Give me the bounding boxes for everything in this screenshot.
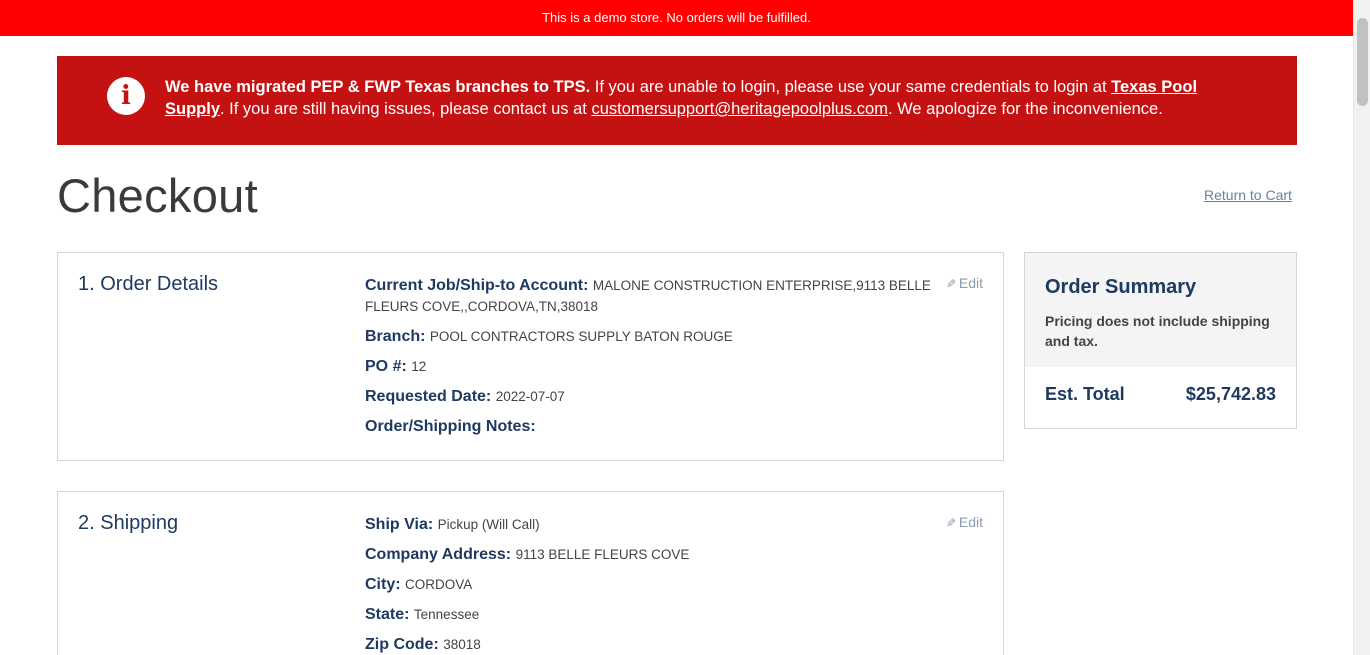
pencil-icon: ✎ (945, 277, 956, 291)
detail-label: PO #: (365, 358, 407, 375)
order-details-list: Current Job/Ship-to Account: MALONE CONS… (365, 275, 940, 446)
detail-row-requested-date: Requested Date: 2022-07-07 (365, 386, 940, 407)
return-to-cart-link[interactable]: Return to Cart (1204, 187, 1292, 203)
order-details-card: 1. Order Details ✎ Edit Current Job/Ship-… (57, 252, 1004, 461)
alert-text-3: . We apologize for the inconvenience. (887, 100, 1163, 118)
shipping-details-list: Ship Via: Pickup (Will Call) Company Add… (365, 514, 940, 655)
alert-bold-text: We have migrated PEP & FWP Texas branche… (165, 78, 591, 96)
detail-value: 9113 BELLE FLEURS COVE (515, 547, 690, 562)
page-title: Checkout (57, 169, 258, 222)
detail-label: City: (365, 576, 401, 593)
scrollbar-thumb[interactable] (1357, 18, 1368, 106)
detail-row-branch: Branch: POOL CONTRACTORS SUPPLY BATON RO… (365, 326, 940, 347)
page-scrollbar[interactable] (1353, 0, 1370, 655)
detail-label: Company Address: (365, 546, 512, 563)
detail-row-ship-to: Current Job/Ship-to Account: MALONE CONS… (365, 275, 940, 317)
edit-label: Edit (958, 275, 983, 291)
order-details-edit-button[interactable]: ✎ Edit (946, 275, 983, 291)
edit-label: Edit (958, 514, 983, 530)
pricing-note: Pricing does not include shipping and ta… (1045, 313, 1270, 349)
shipping-row-city: City: CORDOVA (365, 574, 940, 595)
info-icon: i (107, 77, 145, 115)
detail-value: 38018 (443, 637, 481, 652)
detail-value: CORDOVA (405, 577, 473, 592)
shipping-card: 2. Shipping ✎ Edit Ship Via: Pickup (Will… (57, 491, 1004, 655)
detail-label: Branch: (365, 328, 426, 345)
demo-store-banner: This is a demo store. No orders will be … (0, 0, 1353, 36)
shipping-title: 2. Shipping (78, 512, 179, 534)
order-summary-header: Order Summary Pricing does not include s… (1025, 253, 1296, 367)
detail-label: Current Job/Ship-to Account: (365, 277, 589, 294)
order-summary-title: Order Summary (1045, 276, 1197, 298)
alert-text-2: . If you are still having issues, please… (220, 100, 592, 118)
detail-label: Ship Via: (365, 516, 434, 533)
detail-value: Pickup (Will Call) (437, 517, 540, 532)
detail-value: 2022-07-07 (495, 389, 565, 404)
shipping-edit-button[interactable]: ✎ Edit (946, 514, 983, 530)
alert-message: We have migrated PEP & FWP Texas branche… (165, 76, 1245, 120)
migration-alert: i We have migrated PEP & FWP Texas branc… (57, 56, 1297, 145)
detail-row-po: PO #: 12 (365, 356, 940, 377)
estimated-total-label: Est. Total (1045, 384, 1125, 404)
alert-text-1: If you are unable to login, please use y… (590, 78, 1112, 96)
detail-label: Zip Code: (365, 636, 439, 653)
detail-value: POOL CONTRACTORS SUPPLY BATON ROUGE (429, 329, 733, 344)
estimated-total-row: Est. Total $25,742.83 (1025, 367, 1296, 422)
shipping-row-state: State: Tennessee (365, 604, 940, 625)
pencil-icon: ✎ (945, 516, 956, 530)
detail-value: 12 (411, 359, 427, 374)
detail-label: Requested Date: (365, 388, 492, 405)
detail-value: Tennessee (413, 607, 480, 622)
detail-label: Order/Shipping Notes: (365, 418, 536, 435)
order-details-title: 1. Order Details (78, 273, 219, 295)
estimated-total-value: $25,742.83 (1185, 384, 1276, 404)
detail-label: State: (365, 606, 410, 623)
shipping-row-zip: Zip Code: 38018 (365, 634, 940, 655)
shipping-row-address: Company Address: 9113 BELLE FLEURS COVE (365, 544, 940, 565)
detail-row-notes: Order/Shipping Notes: (365, 416, 940, 437)
support-email-link[interactable]: customersupport@heritagepoolplus.com (591, 100, 887, 118)
shipping-row-ship-via: Ship Via: Pickup (Will Call) (365, 514, 940, 535)
order-summary-panel: Order Summary Pricing does not include s… (1024, 252, 1297, 429)
